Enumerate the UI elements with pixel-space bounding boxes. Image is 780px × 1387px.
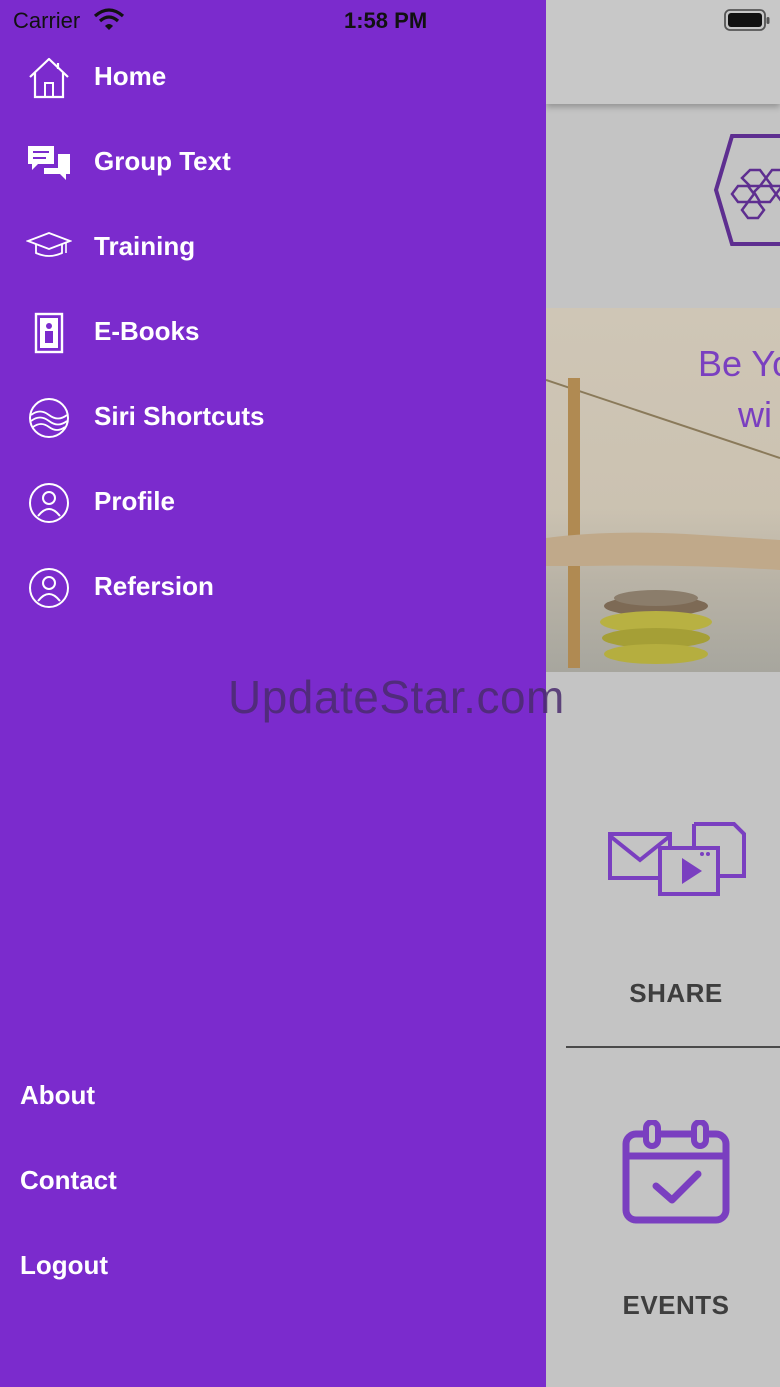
ebook-icon [34, 312, 64, 354]
footer-label-about: About [20, 1080, 96, 1110]
graduation-cap-icon [26, 232, 72, 257]
menu-label-group-text: Group Text [94, 146, 231, 176]
share-media-icon [608, 822, 746, 896]
carrier-label: Carrier [13, 8, 81, 33]
menu-label-profile: Profile [94, 486, 175, 516]
menu-label-ebooks: E-Books [94, 316, 200, 346]
banner-text-line2: wi [738, 394, 772, 435]
menu-label-siri-shortcuts: Siri Shortcuts [94, 401, 265, 431]
share-label: SHARE [629, 978, 723, 1008]
events-label: EVENTS [622, 1290, 730, 1320]
footer-item-about[interactable]: About [0, 1066, 546, 1126]
menu-item-training[interactable]: Training [0, 213, 546, 283]
chat-bubbles-icon [28, 146, 70, 180]
menu-item-ebooks[interactable]: E-Books [0, 298, 546, 368]
menu-label-training: Training [94, 231, 196, 261]
banner-text: Be Yo [698, 343, 780, 384]
user-circle-icon [29, 483, 69, 523]
menu-item-refersion[interactable]: Refersion [0, 553, 546, 623]
menu-label-home: Home [94, 61, 167, 91]
menu-item-siri-shortcuts[interactable]: Siri Shortcuts [0, 383, 546, 453]
hero-banner: Be Yo wi [546, 308, 780, 672]
footer-item-contact[interactable]: Contact [0, 1151, 546, 1211]
menu-label-refersion: Refersion [94, 571, 214, 601]
home-icon [29, 57, 69, 99]
status-bar: Carrier 1:58 PM [0, 0, 780, 40]
footer-item-logout[interactable]: Logout [0, 1236, 546, 1296]
clock: 1:58 PM [344, 8, 428, 33]
share-tile[interactable]: SHARE [566, 810, 780, 1048]
wifi-icon [94, 8, 124, 30]
battery-icon [724, 9, 770, 31]
watermark: UpdateStar.com [228, 671, 565, 723]
footer-label-logout: Logout [20, 1250, 109, 1280]
menu-item-group-text[interactable]: Group Text [0, 128, 546, 198]
calendar-check-icon[interactable] [620, 1120, 732, 1226]
menu-item-profile[interactable]: Profile [0, 468, 546, 538]
hexagon-logo-icon [713, 134, 780, 246]
menu-item-home[interactable]: Home [0, 43, 546, 113]
user-circle-icon [29, 568, 69, 608]
siri-waves-icon [29, 398, 69, 438]
footer-label-contact: Contact [20, 1165, 117, 1195]
